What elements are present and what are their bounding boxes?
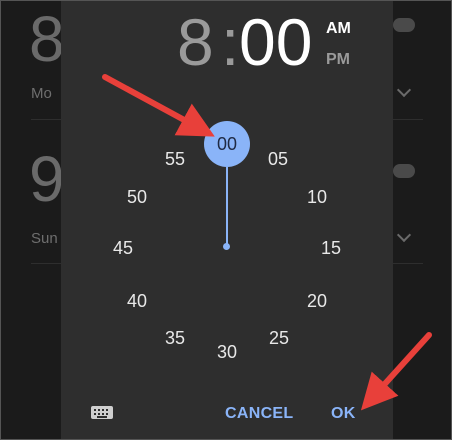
divider	[393, 263, 423, 264]
minute-option-20[interactable]: 20	[297, 291, 337, 311]
keyboard-icon[interactable]	[91, 406, 113, 419]
alarm-days: Sun	[31, 230, 58, 247]
chevron-down-icon[interactable]	[396, 227, 412, 243]
minute-option-35[interactable]: 35	[155, 328, 195, 348]
alarm-toggle[interactable]	[393, 18, 415, 32]
clock-hand	[226, 167, 228, 247]
minute-option-15[interactable]: 15	[311, 238, 351, 258]
screen: 8 Mo 9 Sun 8 : 00 AM PM 00 05 10 15 20 2…	[0, 0, 452, 440]
minute-option-55[interactable]: 55	[155, 149, 195, 169]
selected-minute-label: 00	[216, 134, 238, 154]
clock-face[interactable]: 00 05 10 15 20 25 30 35 40 45 50 55	[61, 1, 393, 401]
alarm-toggle[interactable]	[393, 164, 415, 178]
minute-option-05[interactable]: 05	[258, 149, 298, 169]
minute-option-45[interactable]: 45	[103, 238, 143, 258]
divider	[31, 263, 61, 264]
time-picker-dialog: 8 : 00 AM PM 00 05 10 15 20 25 30 35 40 …	[61, 1, 393, 439]
minute-option-10[interactable]: 10	[297, 187, 337, 207]
ok-button[interactable]: OK	[331, 405, 356, 423]
minute-option-50[interactable]: 50	[117, 187, 157, 207]
minute-option-25[interactable]: 25	[259, 328, 299, 348]
clock-center-dot	[223, 243, 230, 250]
alarm-days: Mo	[31, 85, 52, 102]
divider	[393, 119, 423, 120]
divider	[31, 119, 61, 120]
alarm-time: 8	[29, 3, 65, 75]
minute-option-40[interactable]: 40	[117, 291, 157, 311]
cancel-button[interactable]: CANCEL	[225, 405, 293, 423]
chevron-down-icon[interactable]	[396, 82, 412, 98]
minute-option-30[interactable]: 30	[207, 342, 247, 362]
alarm-time: 9	[29, 143, 65, 215]
